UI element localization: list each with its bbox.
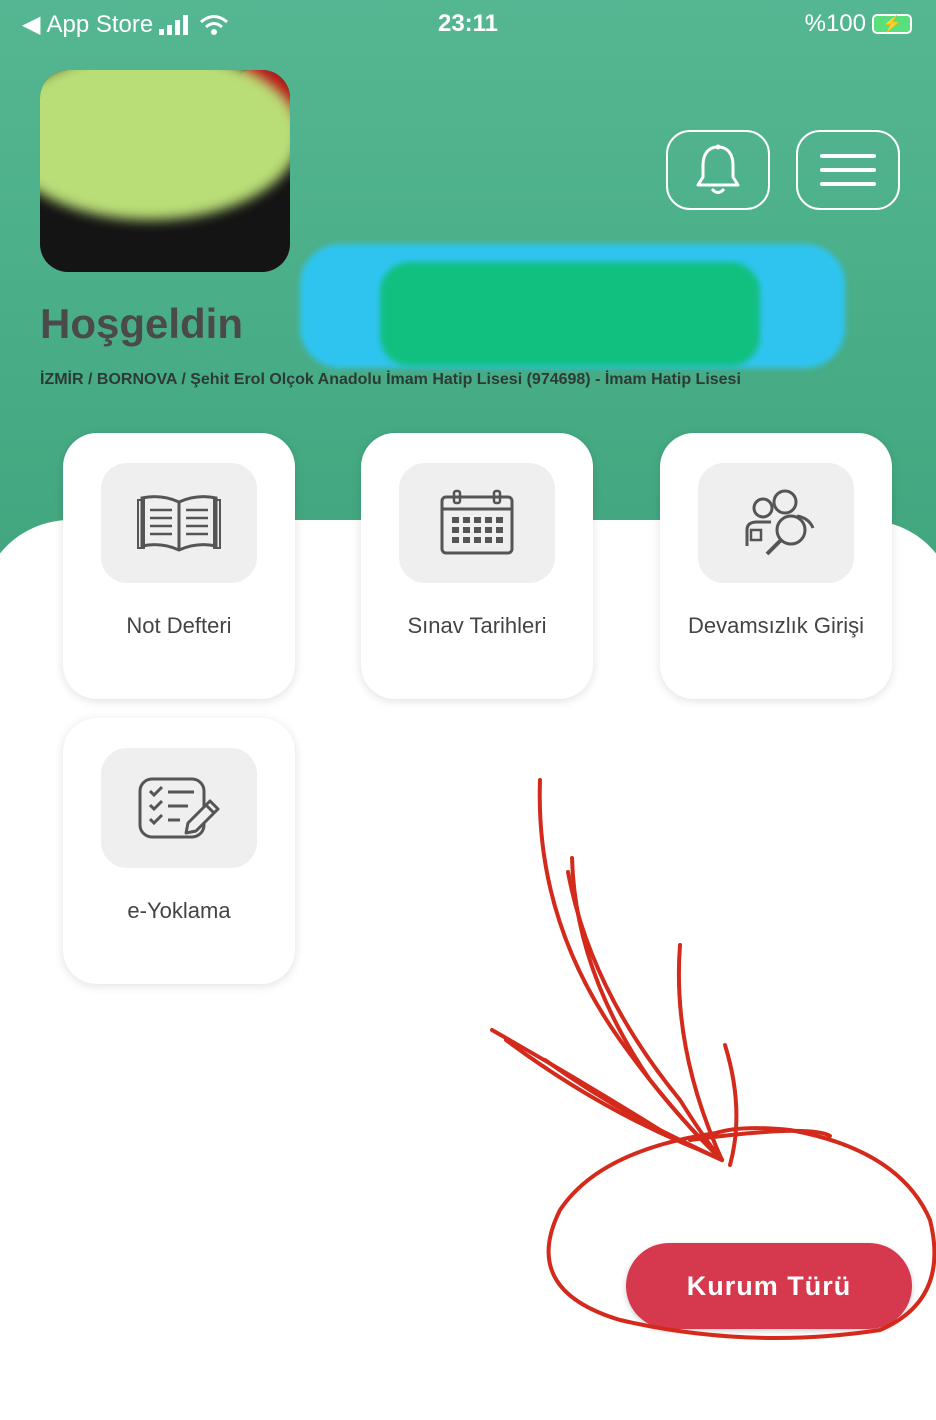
menu-icon-box [101, 463, 257, 583]
menu-icon-box [101, 748, 257, 868]
menu-card-sinav-tarihleri[interactable]: Sınav Tarihleri [361, 433, 593, 699]
battery-status: %100 ⚡ [805, 10, 912, 38]
menu-card-label: Not Defteri [126, 613, 232, 638]
hamburger-icon [820, 154, 876, 186]
menu-card-label: e-Yoklama [127, 898, 231, 923]
checklist-icon [138, 777, 220, 839]
welcome-heading: Hoşgeldin [40, 300, 244, 347]
menu-card-not-defteri[interactable]: Not Defteri [63, 433, 295, 699]
menu-card-e-yoklama[interactable]: e-Yoklama [63, 718, 295, 984]
menu-card-label: Devamsızlık Girişi [687, 613, 864, 638]
people-search-icon [745, 489, 815, 556]
battery-percent: %100 [804, 10, 866, 37]
menu-card-label: Sınav Tarihleri [407, 613, 547, 638]
clock: 23:11 [437, 10, 499, 37]
menu-button[interactable] [796, 130, 900, 210]
avatar-redaction-overlay [40, 70, 290, 220]
school-info: İZMİR / BORNOVA / Şehit Erol Olçok Anado… [40, 371, 741, 388]
bell-icon [696, 144, 740, 194]
battery-icon: ⚡ [872, 14, 912, 34]
calendar-icon [440, 489, 514, 555]
kurum-turu-button[interactable]: Kurum Türü [626, 1243, 912, 1329]
menu-icon-box [698, 463, 854, 583]
menu-card-devamsizlik-girisi[interactable]: Devamsızlık Girişi [660, 433, 892, 699]
notifications-button[interactable] [666, 130, 770, 210]
status-bar: ◀ App Store 23:11 %100 ⚡ [0, 0, 936, 50]
menu-icon-box [399, 463, 555, 583]
book-icon [137, 495, 221, 552]
avatar [40, 70, 290, 272]
name-redaction-overlay [380, 262, 760, 366]
